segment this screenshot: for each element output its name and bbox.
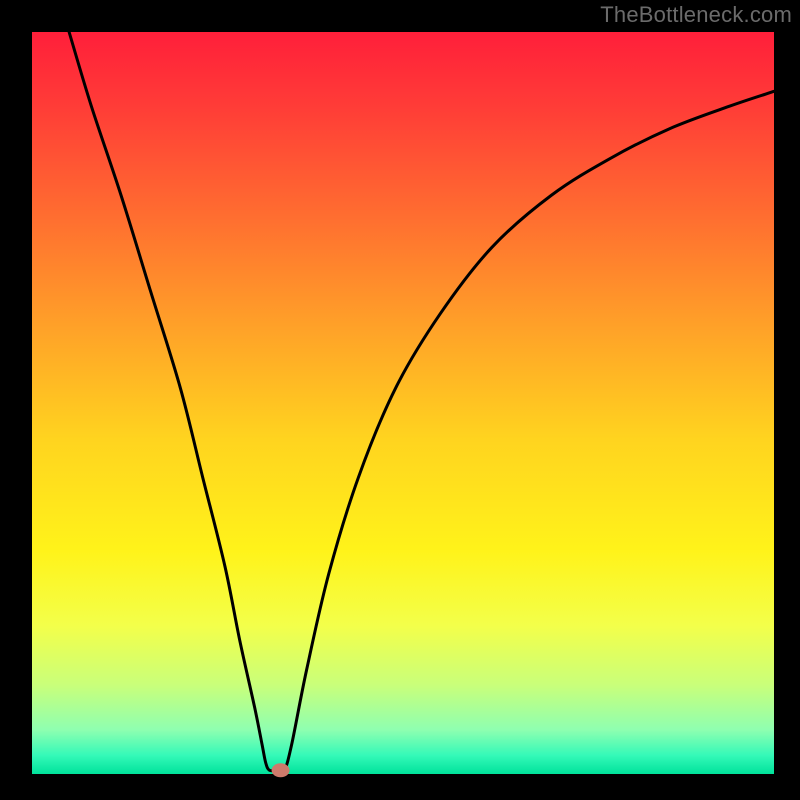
- watermark-text: TheBottleneck.com: [600, 2, 792, 28]
- bottleneck-chart: [0, 0, 800, 800]
- chart-frame: TheBottleneck.com: [0, 0, 800, 800]
- optimal-point-marker: [272, 763, 290, 777]
- plot-background: [32, 32, 774, 774]
